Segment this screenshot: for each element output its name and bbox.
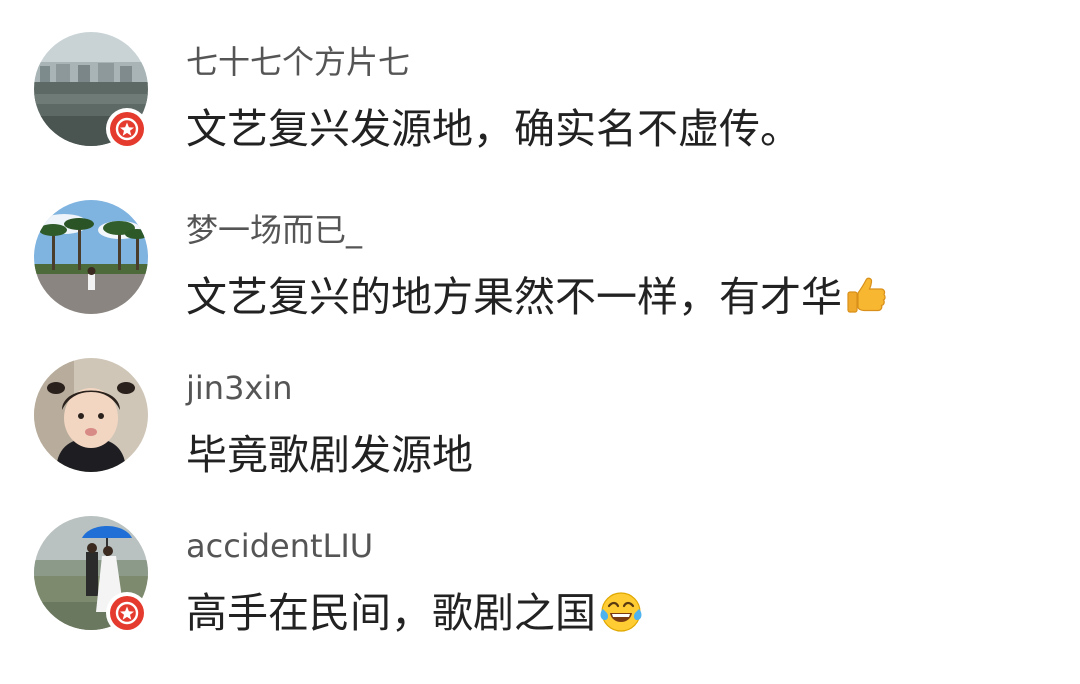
star-icon <box>115 117 139 141</box>
comment-text: 毕竟歌剧发源地 <box>186 431 473 479</box>
comment-text: 高手在民间，歌剧之国 <box>186 586 644 640</box>
thumbs-up-icon <box>844 273 890 319</box>
comment-text: 文艺复兴的地方果然不一样，有才华 <box>186 270 890 324</box>
comment-text-body: 文艺复兴的地方果然不一样，有才华 <box>186 273 842 321</box>
comment-item: jin3xin 毕竟歌剧发源地 <box>0 358 1080 498</box>
avatar[interactable] <box>34 358 148 472</box>
username[interactable]: 七十七个方片七 <box>186 42 410 82</box>
avatar[interactable] <box>34 200 148 314</box>
verified-badge <box>106 108 148 150</box>
comment-text: 文艺复兴发源地，确实名不虚传。 <box>186 105 801 153</box>
comment-item: accidentLIU 高手在民间，歌剧之国 <box>0 516 1080 656</box>
username[interactable]: 梦一场而已_ <box>186 210 362 250</box>
username[interactable]: jin3xin <box>186 368 293 408</box>
comment-item: 七十七个方片七 文艺复兴发源地，确实名不虚传。 <box>0 32 1080 172</box>
star-icon <box>115 601 139 625</box>
comment-item: 梦一场而已_ 文艺复兴的地方果然不一样，有才华 <box>0 200 1080 340</box>
verified-badge <box>106 592 148 634</box>
laughing-crying-icon <box>598 589 644 635</box>
comment-text-body: 高手在民间，歌剧之国 <box>186 589 596 637</box>
username[interactable]: accidentLIU <box>186 526 373 566</box>
